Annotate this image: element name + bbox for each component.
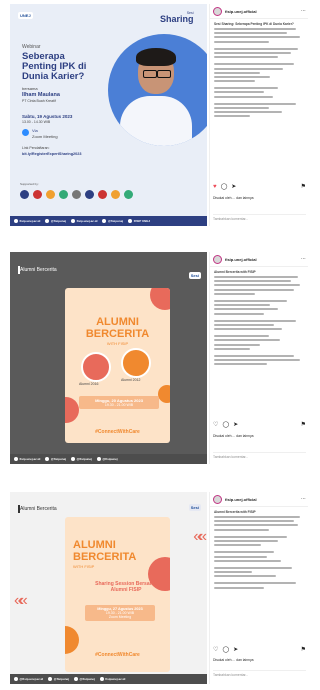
supported-label: Supported by: (20, 182, 39, 186)
poster-footer: fisip.unej.ac.id @fisipunej @fisipunej @… (10, 454, 207, 464)
heart-icon[interactable]: ♥ (213, 184, 217, 190)
sesi-logo: Sesi (188, 272, 201, 279)
post-image-webinar[interactable]: UNEJ Sesi Sharing Webinar Seberapa Penti… (10, 4, 207, 226)
bersama-label: bersama (22, 86, 38, 91)
sesi-sharing-logo: Sesi Sharing (160, 11, 194, 24)
avatar[interactable] (213, 494, 222, 504)
bookmark-icon[interactable]: ⚑ (301, 647, 306, 653)
alumni-title-2: BERCERITA (85, 328, 150, 340)
comment-icon[interactable]: ◯ (221, 184, 228, 190)
post-image-alumni-1[interactable]: Alumni Bercerita ALUMNI BERCERITA WITH F… (10, 252, 207, 464)
post-image-alumni-2[interactable]: Alumni Bercerita Sesi «« «« ALUMNI BERCE… (10, 492, 207, 684)
more-icon[interactable]: ⋯ (301, 256, 306, 262)
username[interactable]: fisip.unej.official (225, 257, 257, 262)
instagram-post-1: UNEJ Sesi Sharing Webinar Seberapa Penti… (10, 4, 308, 226)
share-icon[interactable]: ➤ (233, 647, 238, 653)
link-label: Link Pendaftaran: (22, 146, 50, 150)
comment-input[interactable]: Tambahkan komentar... (213, 452, 306, 459)
heart-icon[interactable]: ♡ (213, 647, 218, 653)
action-bar: ♡ ◯ ➤ ⚑ (213, 422, 306, 428)
post-side-panel: fisip.unej.official ⋯ Sesi Sharing: Sebe… (209, 4, 308, 226)
alumni-title-1: ALUMNI (96, 316, 139, 328)
comment-input[interactable]: Tambahkan komentar... (213, 214, 306, 221)
chevron-left-icon: «« (14, 592, 28, 609)
hashtag: #ConnectWithCare (95, 429, 140, 435)
avatar[interactable] (213, 6, 222, 16)
share-icon[interactable]: ➤ (233, 422, 238, 428)
alumni-label-2: Alumni 2012 (121, 378, 141, 382)
instagram-post-2: Alumni Bercerita ALUMNI BERCERITA WITH F… (10, 252, 308, 464)
session-info: Minggu, 27 Agustus 2023 19.30 - 21.00 WI… (85, 605, 155, 621)
alumni-card: ALUMNI BERCERITA WITH FISIP Sharing Sess… (65, 517, 170, 672)
poster-tag-line (18, 266, 20, 274)
sponsor-logos (20, 188, 201, 200)
via-label: Via (32, 128, 38, 133)
unej-logo: UNEJ (18, 12, 33, 19)
likes-count[interactable]: Disukai oleh ... dan lainnya (213, 434, 254, 438)
poster-tag: Alumni Bercerita (20, 506, 57, 512)
caption: Sesi Sharing: Seberapa Penting IPK di Du… (210, 19, 308, 123)
bookmark-icon[interactable]: ⚑ (301, 422, 306, 428)
share-icon[interactable]: ➤ (231, 184, 236, 190)
instagram-post-3: Alumni Bercerita Sesi «« «« ALUMNI BERCE… (10, 492, 308, 684)
registration-link: bit.ly/RegisterExpertSharing2023 (22, 152, 82, 156)
speaker-role: PT Cinta Buah Kreatif (22, 99, 56, 103)
caption: Alumni Bercerita with FISIP (210, 507, 308, 594)
username[interactable]: fisip.unej.official (225, 497, 257, 502)
chevron-right-icon: «« (193, 528, 207, 545)
post-header: fisip.unej.official ⋯ (210, 4, 308, 19)
alumni-title-1: ALUMNI (73, 539, 116, 551)
avatar[interactable] (213, 254, 222, 264)
action-bar: ♥ ◯ ➤ ⚑ (213, 184, 306, 190)
alumni-label-1: Alumni 2016 (79, 382, 99, 386)
zoom-icon (22, 129, 29, 136)
speaker-name: Ilham Maulana (22, 92, 60, 98)
event-date: Sabtu, 19 Agustus 2023 (22, 114, 73, 119)
likes-count[interactable]: Disukai oleh ... dan lainnya (213, 658, 254, 662)
webinar-kicker: Webinar (22, 44, 41, 50)
heart-icon[interactable]: ♡ (213, 422, 218, 428)
poster-footer: fisip.unej.ac.id @fisipunej fisip.unej.a… (10, 216, 207, 226)
comment-icon[interactable]: ◯ (222, 422, 229, 428)
more-icon[interactable]: ⋯ (301, 496, 306, 502)
post-side-panel: fisip.unej.official ⋯ Alumni Bercerita w… (209, 252, 308, 464)
comment-input[interactable]: Tambahkan komentar... (213, 670, 306, 677)
alumni-photo-2 (121, 348, 151, 378)
hashtag: #ConnectWithCare (95, 652, 140, 658)
username[interactable]: fisip.unej.official (225, 9, 257, 14)
alumni-title-2: BERCERITA (73, 551, 137, 563)
sesi-logo: Sesi (188, 504, 201, 511)
post-header: fisip.unej.official ⋯ (210, 252, 308, 267)
poster-tag-line (18, 505, 20, 513)
post-side-panel: fisip.unej.official ⋯ Alumni Bercerita w… (209, 492, 308, 684)
alumni-sub: WITH FISIP (106, 341, 129, 346)
alumni-photo-1 (81, 352, 111, 382)
caption-title: Sesi Sharing: Seberapa Penting IPK di Du… (214, 22, 294, 26)
likes-count[interactable]: Disukai oleh ... dan lainnya (213, 196, 254, 200)
comment-icon[interactable]: ◯ (222, 647, 229, 653)
webinar-title: Seberapa Penting IPK di Dunia Karier? (22, 51, 87, 82)
caption: Alumni Bercerita with FISIP (210, 267, 308, 371)
poster-footer: @fisip.unej.ac.id @fisipunej @fisipunej … (10, 674, 207, 684)
alumni-card: ALUMNI BERCERITA WITH FISIP Alumni 2016 … (65, 288, 170, 443)
poster-tag: Alumni Bercerita (20, 267, 57, 273)
session-info: Minggu, 20 Agustus 2023 19.30 - 21.00 WI… (79, 396, 159, 409)
speaker-photo (108, 34, 207, 146)
session-title: Sharing Session Bersama Alumni FISIP (95, 581, 157, 593)
alumni-sub: WITH FISIP (73, 564, 95, 569)
caption-title: Alumni Bercerita with FISIP (214, 270, 256, 274)
action-bar: ♡ ◯ ➤ ⚑ (213, 647, 306, 653)
platform-label: Zoom Meeting (32, 134, 58, 139)
event-time: 13.00 - 14.30 WIB (22, 120, 51, 124)
bookmark-icon[interactable]: ⚑ (301, 184, 306, 190)
caption-title: Alumni Bercerita with FISIP (214, 510, 256, 514)
more-icon[interactable]: ⋯ (301, 8, 306, 14)
post-header: fisip.unej.official ⋯ (210, 492, 308, 507)
